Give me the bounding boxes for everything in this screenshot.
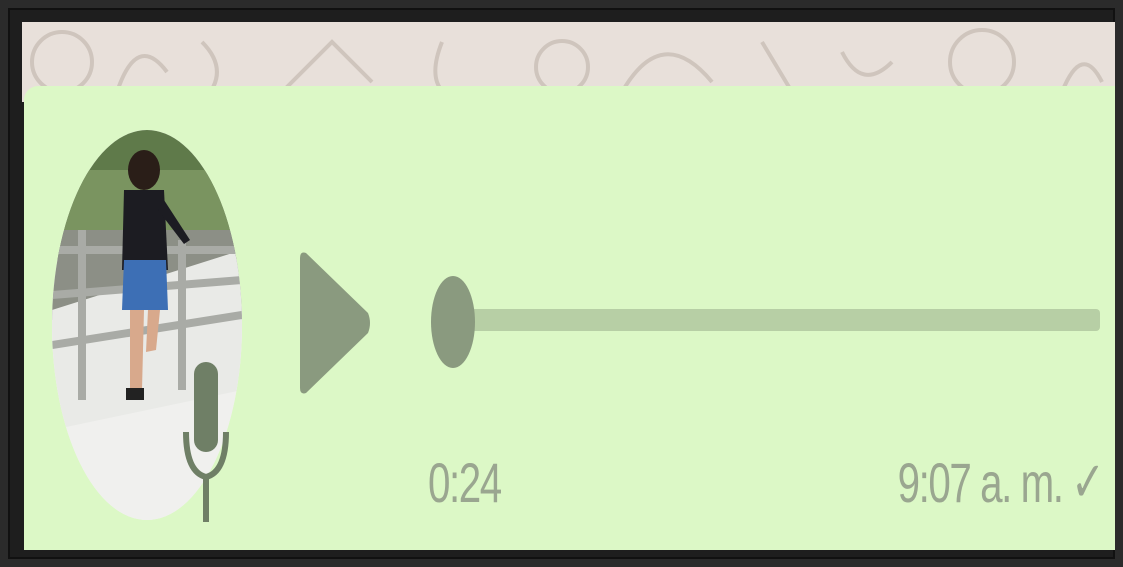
single-check-icon: ✓: [1071, 450, 1105, 515]
microphone-icon: [183, 362, 229, 522]
message-timestamp: 9:07 a. m.: [897, 451, 1064, 514]
audio-progress-track[interactable]: [452, 309, 1100, 331]
message-meta: 9:07 a. m. ✓: [898, 450, 1105, 515]
sender-avatar-container: [52, 130, 242, 522]
audio-duration: 0:24: [428, 451, 502, 514]
play-button[interactable]: [296, 248, 376, 398]
audio-progress-thumb[interactable]: [431, 276, 475, 368]
play-icon: [300, 252, 370, 394]
